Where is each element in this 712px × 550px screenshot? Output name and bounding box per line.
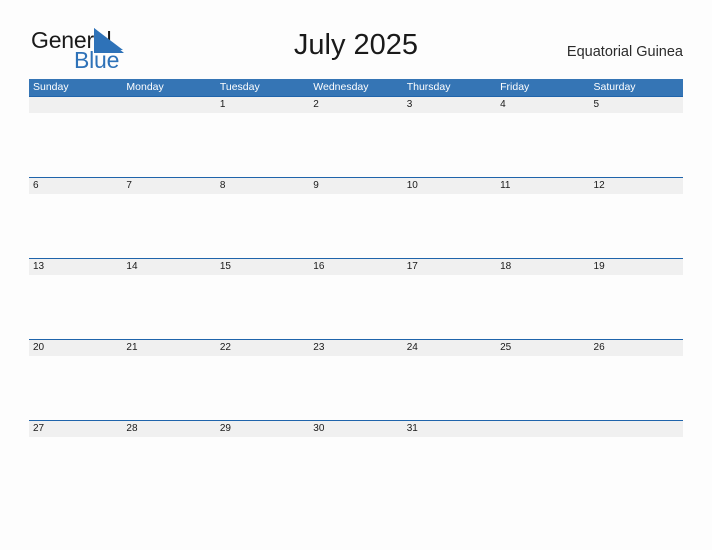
day-number: 11: [500, 180, 511, 191]
day-number: 31: [406, 423, 418, 434]
day-cell[interactable]: 9: [309, 178, 402, 258]
day-cell[interactable]: 11: [496, 178, 589, 258]
day-cell[interactable]: 13: [29, 259, 122, 339]
day-number: [500, 421, 589, 437]
day-number: 27: [33, 423, 45, 434]
weekday-header-monday: Monday: [126, 81, 164, 93]
day-cell[interactable]: 27: [29, 421, 122, 501]
weekday-header-tuesday: Tuesday: [219, 81, 260, 93]
day-cell[interactable]: 12: [590, 178, 683, 258]
day-cell[interactable]: 4: [496, 97, 589, 177]
day-number: [126, 97, 215, 113]
day-number: 5: [593, 99, 600, 110]
day-number: 29: [219, 423, 231, 434]
day-cell[interactable]: [29, 97, 122, 177]
day-number: 13: [33, 261, 45, 272]
day-cell[interactable]: 10: [403, 178, 496, 258]
day-cell[interactable]: 18: [496, 259, 589, 339]
day-number: 23: [313, 342, 325, 353]
day-cell[interactable]: 16: [309, 259, 402, 339]
region-label: Equatorial Guinea: [566, 44, 683, 60]
day-cell[interactable]: 24: [403, 340, 496, 420]
calendar-grid: Sunday Monday Tuesday Wednesday Thursday…: [29, 79, 683, 501]
day-cell[interactable]: 1: [216, 97, 309, 177]
weekday-header-saturday: Saturday: [593, 81, 636, 93]
day-number: 17: [406, 261, 418, 272]
day-number: 15: [219, 261, 231, 272]
day-cell[interactable]: [590, 421, 683, 501]
day-number: 4: [500, 99, 506, 110]
day-cell[interactable]: 17: [403, 259, 496, 339]
weekday-header-row: Sunday Monday Tuesday Wednesday Thursday…: [29, 79, 683, 96]
day-cell[interactable]: 25: [496, 340, 589, 420]
day-cell[interactable]: [496, 421, 589, 501]
day-number: 25: [500, 342, 512, 353]
day-cell[interactable]: 2: [309, 97, 402, 177]
day-number: 19: [593, 261, 605, 272]
calendar-week-row: 27 28 29 30 31: [29, 420, 683, 501]
day-cell[interactable]: 30: [309, 421, 402, 501]
calendar-week-row: 6 7 8 9 10 11 12: [29, 177, 683, 258]
day-number: [594, 421, 683, 437]
day-number: 16: [313, 261, 325, 272]
page-header: General Blue July 2025 Equatorial Guinea: [0, 0, 712, 78]
calendar-week-row: 13 14 15 16 17 18 19: [29, 258, 683, 339]
day-number: 24: [406, 342, 418, 353]
day-cell[interactable]: 22: [216, 340, 309, 420]
day-cell[interactable]: 20: [29, 340, 122, 420]
day-number: 12: [593, 180, 605, 191]
day-number: 1: [219, 99, 226, 110]
day-cell[interactable]: 3: [403, 97, 496, 177]
day-cell[interactable]: 23: [309, 340, 402, 420]
day-cell[interactable]: 14: [122, 259, 215, 339]
day-number: 10: [406, 180, 418, 191]
day-number: 20: [33, 342, 45, 353]
weekday-header-wednesday: Wednesday: [313, 81, 369, 93]
day-cell[interactable]: 7: [122, 178, 215, 258]
day-number: 18: [500, 261, 512, 272]
calendar-week-row: 20 21 22 23 24 25 26: [29, 339, 683, 420]
day-number: 26: [593, 342, 605, 353]
day-cell[interactable]: 21: [122, 340, 215, 420]
day-cell[interactable]: 5: [590, 97, 683, 177]
day-number: [33, 97, 122, 113]
calendar-week-row: 1 2 3 4 5: [29, 96, 683, 177]
day-number: 28: [126, 423, 138, 434]
day-cell[interactable]: 28: [122, 421, 215, 501]
weekday-header-friday: Friday: [500, 81, 530, 93]
day-number: 14: [126, 261, 138, 272]
day-cell[interactable]: 8: [216, 178, 309, 258]
day-cell[interactable]: 19: [590, 259, 683, 339]
day-cell[interactable]: 29: [216, 421, 309, 501]
day-number: 21: [126, 342, 138, 353]
day-number: 7: [126, 180, 132, 191]
day-number: 3: [406, 99, 413, 110]
day-number: 22: [219, 342, 231, 353]
day-cell[interactable]: 31: [403, 421, 496, 501]
day-cell[interactable]: 26: [590, 340, 683, 420]
day-number: 9: [313, 180, 319, 191]
weekday-header-thursday: Thursday: [406, 81, 451, 93]
day-number: 8: [219, 180, 226, 191]
day-number: 2: [313, 99, 319, 110]
weekday-header-sunday: Sunday: [33, 81, 69, 93]
day-cell[interactable]: 6: [29, 178, 122, 258]
day-number: 6: [33, 180, 39, 191]
day-cell[interactable]: [122, 97, 215, 177]
day-cell[interactable]: 15: [216, 259, 309, 339]
day-number: 30: [313, 423, 325, 434]
